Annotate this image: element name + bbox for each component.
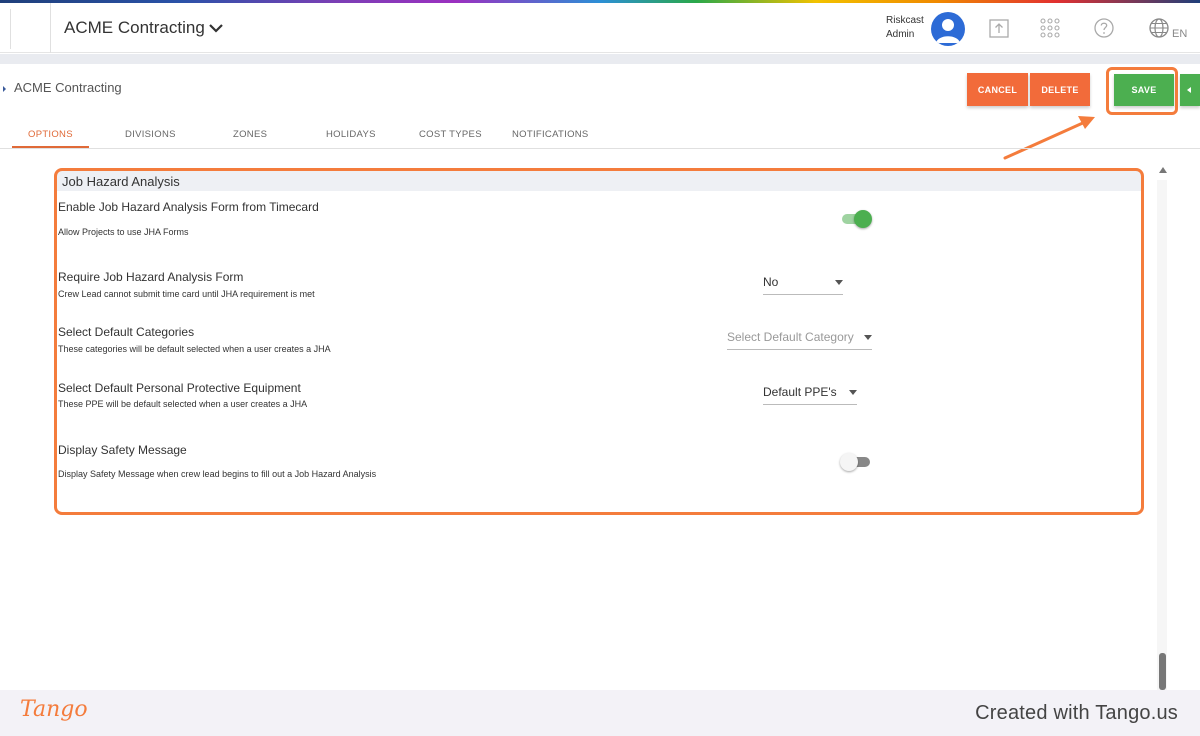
tab-bar: OPTIONS DIVISIONS ZONES HOLIDAYS COST TY… — [0, 120, 1200, 149]
user-org: Riskcast — [886, 15, 924, 26]
save-highlight-box — [1106, 67, 1178, 115]
arrow-icon — [1187, 87, 1191, 93]
delete-button[interactable]: DELETE — [1030, 73, 1090, 106]
language-code[interactable]: EN — [1172, 28, 1187, 40]
tab-cost-types[interactable]: COST TYPES — [419, 129, 482, 140]
user-icon — [936, 19, 960, 43]
breadcrumb: ACME Contracting — [14, 80, 122, 95]
app-header: ACME Contracting Riskcast Admin EN — [0, 3, 1200, 53]
avatar[interactable] — [931, 12, 965, 46]
scrollbar-thumb[interactable] — [1159, 653, 1166, 690]
scroll-up-icon[interactable] — [1159, 167, 1167, 173]
more-actions-button[interactable] — [1180, 74, 1200, 106]
tab-notifications[interactable]: NOTIFICATIONS — [512, 129, 589, 140]
user-role: Admin — [886, 29, 915, 40]
globe-icon[interactable] — [1148, 17, 1170, 39]
apps-grid-icon[interactable] — [1039, 17, 1061, 39]
user-info: Riskcast Admin — [886, 14, 924, 42]
chevron-down-icon[interactable] — [208, 20, 224, 36]
active-tab-indicator — [12, 146, 89, 148]
header-divider — [0, 54, 1200, 64]
upload-icon[interactable] — [988, 17, 1010, 39]
org-name[interactable]: ACME Contracting — [64, 18, 205, 38]
tab-options[interactable]: OPTIONS — [28, 129, 73, 140]
sidebar-toggle[interactable] — [0, 3, 51, 53]
tab-divisions[interactable]: DIVISIONS — [125, 129, 176, 140]
scrollbar[interactable] — [1157, 180, 1167, 690]
cancel-button[interactable]: CANCEL — [967, 73, 1028, 106]
tab-zones[interactable]: ZONES — [233, 129, 267, 140]
help-icon[interactable] — [1093, 17, 1115, 39]
breadcrumb-marker — [3, 86, 6, 92]
tango-logo: Tango — [20, 697, 88, 722]
section-highlight-box — [54, 168, 1144, 515]
tab-holidays[interactable]: HOLIDAYS — [326, 129, 376, 140]
tango-credit: Created with Tango.us — [975, 702, 1178, 724]
